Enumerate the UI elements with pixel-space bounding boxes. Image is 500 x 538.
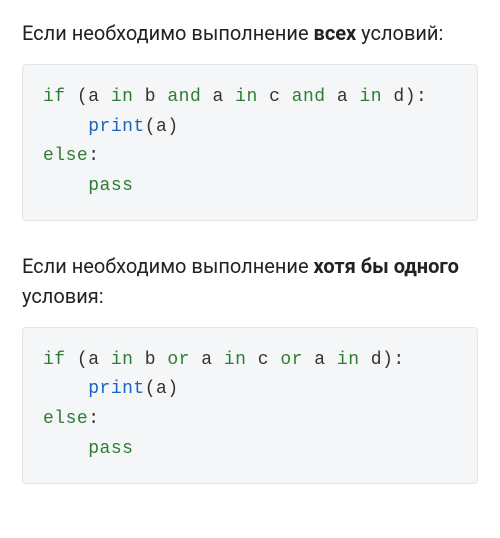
text-post-2: условия: [22, 284, 104, 308]
intro-paragraph-2: Если необходимо выполнение хотя бы одног… [22, 251, 478, 311]
intro-paragraph-1: Если необходимо выполнение всех условий: [22, 18, 478, 48]
code-block-or: if (a in b or a in c or a in d): print(a… [22, 327, 478, 484]
code-block-and: if (a in b and a in c and a in d): print… [22, 64, 478, 221]
text-pre-2: Если необходимо выполнение [22, 254, 314, 278]
text-pre-1: Если необходимо выполнение [22, 21, 314, 45]
text-bold-1: всех [314, 21, 357, 45]
text-bold-2: хотя бы одного [314, 254, 459, 278]
text-post-1: условий: [356, 21, 443, 45]
